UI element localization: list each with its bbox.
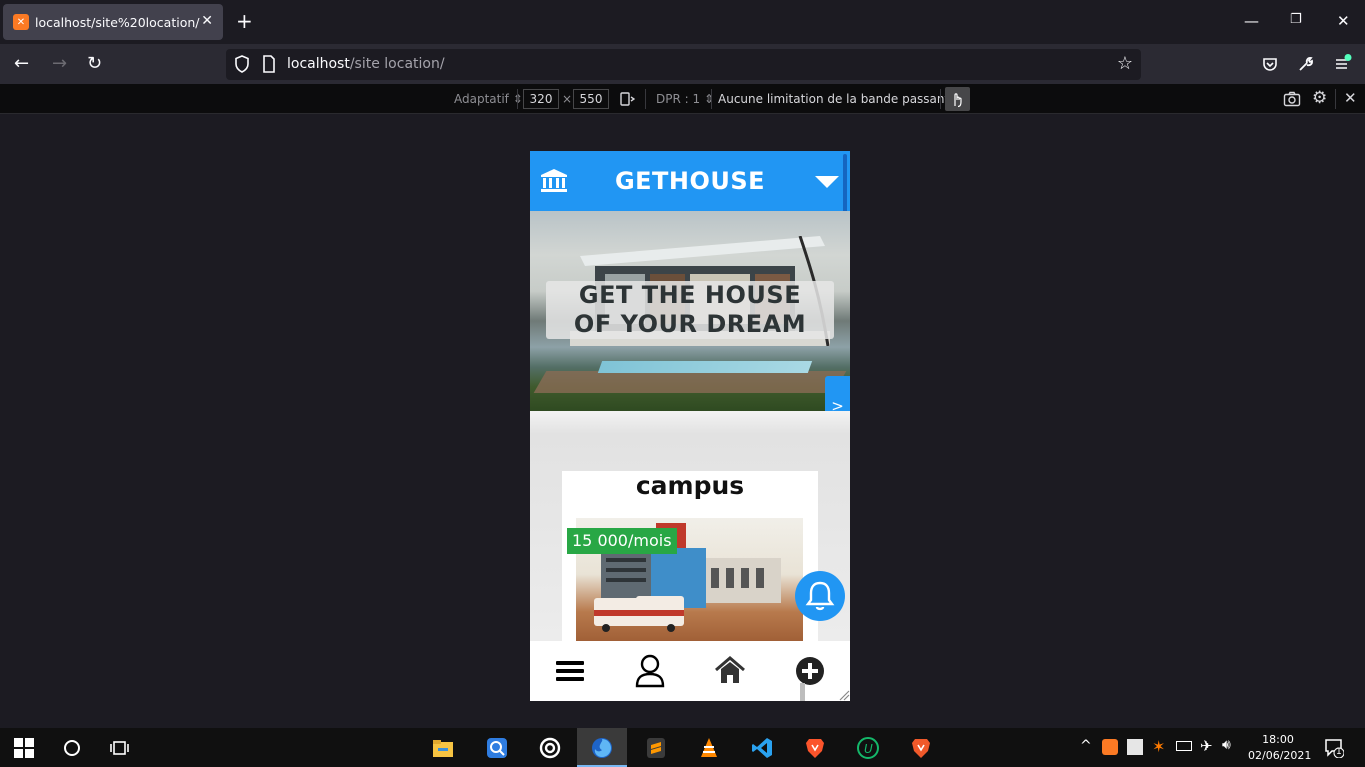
divider (711, 89, 712, 109)
svg-text:U: U (864, 742, 873, 756)
device-viewport: GETHOUSE GET THE HOUSE OF YOUR DREAM > c… (530, 151, 850, 701)
browser-tab[interactable]: ✕ localhost/site%20location/ ✕ (3, 4, 223, 40)
device-preset-select[interactable]: Adaptatif ⇕ (454, 92, 523, 106)
upwork-icon[interactable]: U (857, 737, 879, 759)
notification-fab[interactable] (795, 571, 845, 621)
search-app-icon[interactable] (486, 737, 508, 759)
url-bar[interactable]: localhost/site location/ ☆ (226, 49, 1141, 80)
back-button[interactable]: ← (14, 53, 29, 75)
hero-line-1: GET THE HOUSE (578, 281, 802, 309)
tab-bar: ✕ localhost/site%20location/ ✕ + — ❐ ✕ (0, 0, 1365, 44)
home-icon[interactable] (715, 654, 745, 688)
divider (645, 89, 646, 109)
divider (940, 89, 941, 109)
viewport-resize-handle[interactable] (836, 687, 850, 701)
reload-button[interactable]: ↻ (87, 53, 102, 75)
tray-app-icon[interactable] (1127, 739, 1143, 755)
windows-taskbar: U ^ ✶ ✈ 🔊︎ 18:00 02/06/2021 1 (0, 728, 1365, 767)
slider-next-button[interactable]: > (825, 376, 850, 411)
new-tab-button[interactable]: + (236, 10, 253, 32)
scrollbar-track (800, 683, 805, 701)
forward-button[interactable]: → (52, 53, 67, 75)
xampp-favicon-icon: ✕ (13, 14, 29, 30)
clock-time: 18:00 (1262, 733, 1294, 746)
task-view-icon[interactable] (110, 739, 130, 757)
hero-line-2: OF YOUR DREAM (573, 310, 807, 338)
property-card[interactable]: campus (562, 471, 818, 651)
settings-gear-icon[interactable]: ⚙ (1312, 88, 1327, 108)
tab-close-icon[interactable]: ✕ (201, 13, 213, 29)
bell-icon (805, 581, 835, 611)
screenshot-camera-icon[interactable] (1283, 91, 1301, 107)
divider (517, 89, 518, 109)
clock-date: 02/06/2021 (1248, 749, 1312, 762)
close-window-button[interactable]: ✕ (1337, 12, 1350, 30)
firefox-icon[interactable] (591, 737, 613, 759)
dropdown-caret-icon[interactable] (815, 176, 839, 188)
restore-button[interactable]: ❐ (1290, 12, 1302, 27)
viewport-height-input[interactable]: 550 (573, 89, 609, 109)
divider (1335, 89, 1336, 109)
card-title: campus (635, 471, 745, 500)
dimension-separator: × (562, 92, 573, 106)
dpr-select[interactable]: DPR : 1 ⇕ (656, 92, 714, 106)
search-icon[interactable] (63, 739, 81, 757)
pool (597, 361, 813, 373)
touch-hand-icon (954, 93, 962, 108)
tray-spark-icon[interactable]: ✶ (1152, 737, 1165, 756)
menu-hamburger-icon[interactable] (1334, 54, 1352, 72)
sublime-text-icon[interactable] (645, 737, 667, 759)
user-icon[interactable] (635, 654, 665, 688)
tab-title: localhost/site%20location/ (35, 14, 200, 30)
touch-simulation-button[interactable] (945, 87, 970, 111)
rotate-viewport-icon[interactable] (619, 91, 635, 107)
menu-icon[interactable] (555, 654, 585, 688)
hero-banner: GET THE HOUSE OF YOUR DREAM > (530, 211, 850, 411)
url-text: localhost/site location/ (287, 56, 445, 72)
close-rdm-icon[interactable]: ✕ (1344, 89, 1357, 107)
minimize-button[interactable]: — (1244, 12, 1259, 30)
scrollbar-thumb[interactable] (843, 154, 847, 214)
bookmark-star-icon[interactable]: ☆ (1117, 53, 1133, 74)
pocket-icon[interactable] (1262, 56, 1278, 72)
responsive-toolbar: Adaptatif ⇕ 320 × 550 DPR : 1 ⇕ Aucune l… (0, 84, 1365, 114)
wrench-icon[interactable] (1298, 56, 1314, 72)
app-ring-icon[interactable] (539, 737, 561, 759)
throttling-select[interactable]: Aucune limitation de la bande passante ⇕ (718, 92, 970, 106)
notification-count: 1 (1336, 747, 1342, 757)
page-icon (263, 55, 275, 73)
xampp-tray-icon[interactable] (1102, 739, 1118, 755)
viewport-width-input[interactable]: 320 (523, 89, 559, 109)
app-header: GETHOUSE (530, 151, 850, 214)
brave-icon[interactable] (804, 737, 826, 759)
windows-start-icon[interactable] (14, 738, 34, 758)
bottom-navigation (530, 641, 850, 701)
tray-chevron-up-icon[interactable]: ^ (1080, 738, 1092, 754)
nav-bar: ← → ↻ localhost/site location/ ☆ (0, 44, 1365, 84)
airplane-mode-icon[interactable]: ✈ (1200, 737, 1213, 755)
shield-icon[interactable] (234, 55, 250, 73)
brave-beta-icon[interactable] (910, 737, 932, 759)
battery-icon[interactable] (1176, 741, 1192, 751)
vlc-icon[interactable] (698, 737, 720, 759)
hero-headline: GET THE HOUSE OF YOUR DREAM (546, 281, 834, 339)
vscode-icon[interactable] (751, 737, 773, 759)
file-explorer-icon[interactable] (432, 737, 454, 759)
price-badge: 15 000/mois (567, 528, 677, 554)
volume-icon[interactable]: 🔊︎ (1222, 737, 1231, 753)
deck (533, 371, 847, 393)
system-clock[interactable]: 18:00 02/06/2021 (1248, 732, 1312, 764)
app-brand-title[interactable]: GETHOUSE (530, 167, 850, 195)
